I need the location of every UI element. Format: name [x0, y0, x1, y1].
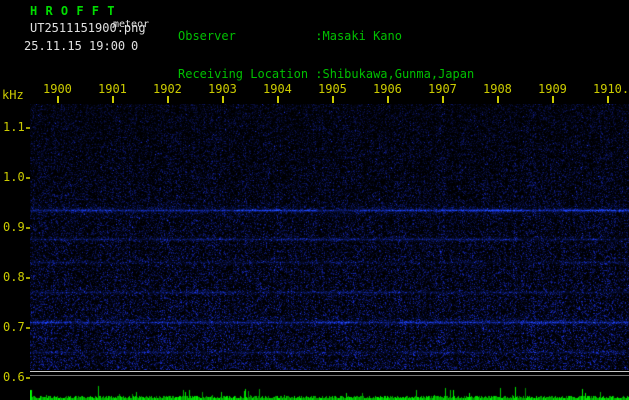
time-tick-mark [112, 96, 114, 103]
time-tick-label: 1901 [98, 82, 127, 96]
time-tick-mark [57, 96, 59, 103]
time-tick-mark [167, 96, 169, 103]
signal-level-canvas [30, 382, 629, 400]
freq-tick-label: 1.1 [3, 120, 25, 134]
datetime-label: 25.11.15 19:00 [24, 39, 126, 53]
freq-tick-label: 0.9 [3, 220, 25, 234]
time-tick-label: 1902 [153, 82, 182, 96]
time-tick-mark [607, 96, 609, 103]
time-tick-label: 1905 [318, 82, 347, 96]
time-tick-label: 1903 [208, 82, 237, 96]
time-tick-label: 1907 [428, 82, 457, 96]
time-tick-label: 1904 [263, 82, 292, 96]
time-tick-mark [222, 96, 224, 103]
time-tick-mark [277, 96, 279, 103]
time-tick-mark [497, 96, 499, 103]
freq-tick-label: 0.8 [3, 270, 25, 284]
info-value: :Shibukawa,Gunma,Japan [315, 66, 475, 81]
freq-tick-label: 0.7 [3, 320, 25, 334]
time-tick-mark [332, 96, 334, 103]
time-tick-label: 1908 [483, 82, 512, 96]
info-label: Receiving Location [178, 66, 309, 81]
info-row-observer: Observer :Masaki Kano [178, 30, 568, 43]
separator-line-top [30, 371, 629, 372]
time-tick-label: 1909 [538, 82, 567, 96]
freq-tick-mark [26, 377, 30, 379]
app-title: H R O F F T [30, 4, 115, 18]
time-tick-mark [442, 96, 444, 103]
event-count: 0 [131, 39, 139, 53]
info-row-location: Receiving Location :Shibukawa,Gunma,Japan [178, 66, 568, 81]
freq-axis-unit: kHz [2, 88, 24, 102]
time-tick-label: 1910. [593, 82, 629, 96]
time-tick-label: 1900 [43, 82, 72, 96]
separator-line-bottom [30, 375, 629, 376]
time-tick-label: 1906 [373, 82, 402, 96]
info-value: :Masaki Kano [315, 29, 402, 43]
freq-tick-label: 1.0 [3, 170, 25, 184]
time-tick-mark [552, 96, 554, 103]
hrofft-window: H R O F F T UT2511151900.png meteor 25.1… [0, 0, 629, 400]
mode-label: meteor [113, 19, 150, 30]
freq-tick-label: 0.6 [3, 370, 25, 384]
spectrogram-canvas [30, 104, 629, 370]
info-label: Observer [178, 29, 236, 43]
time-tick-mark [387, 96, 389, 103]
